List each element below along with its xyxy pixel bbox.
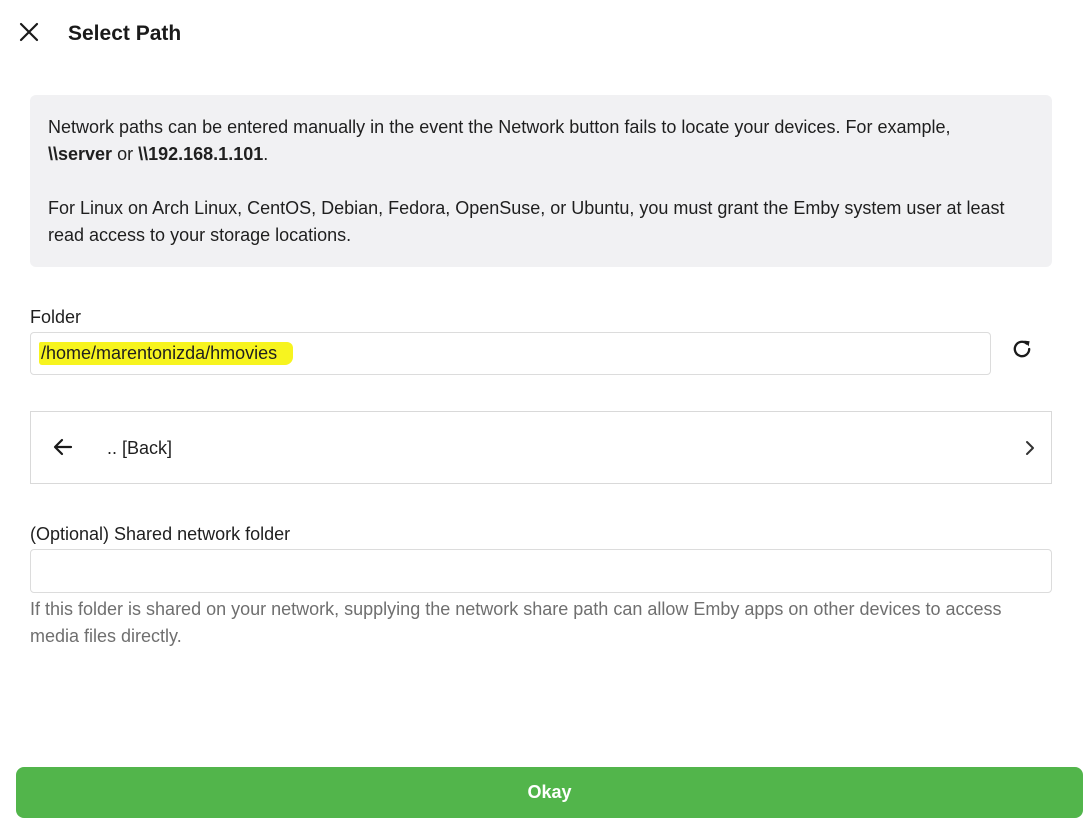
folder-path-value: /home/marentonizda/hmovies: [39, 342, 294, 365]
list-item-label: .. [Back]: [107, 438, 173, 458]
info-box: Network paths can be entered manually in…: [30, 95, 1052, 267]
info-or: or: [117, 144, 134, 164]
list-item-back[interactable]: .. [Back]: [30, 411, 1052, 484]
refresh-icon: [1010, 337, 1034, 366]
close-icon: [18, 21, 40, 48]
select-path-dialog: Select Path Network paths can be entered…: [0, 0, 1083, 822]
folder-label: Folder: [30, 307, 82, 327]
info-network-text: Network paths can be entered manually in…: [48, 117, 951, 137]
info-linux-paragraph: For Linux on Arch Linux, CentOS, Debian,…: [48, 198, 1005, 245]
refresh-button[interactable]: [1005, 334, 1039, 368]
example-server-path: \\server: [48, 144, 113, 164]
close-button[interactable]: [12, 17, 46, 51]
folder-input[interactable]: /home/marentonizda/hmovies: [30, 332, 991, 375]
dialog-title: Select Path: [68, 22, 182, 45]
network-share-input[interactable]: [30, 549, 1052, 593]
example-ip-path: \\192.168.1.101: [138, 144, 264, 164]
dialog-header: Select Path: [0, 0, 1083, 68]
network-share-help: If this folder is shared on your network…: [30, 599, 1002, 646]
info-period: .: [263, 144, 269, 164]
network-share-label: (Optional) Shared network folder: [30, 524, 291, 544]
arrow-left-icon: [49, 433, 77, 461]
chevron-right-icon: [1021, 438, 1039, 458]
info-network-paragraph: Network paths can be entered manually in…: [48, 114, 1034, 168]
okay-button[interactable]: Okay: [16, 767, 1083, 818]
